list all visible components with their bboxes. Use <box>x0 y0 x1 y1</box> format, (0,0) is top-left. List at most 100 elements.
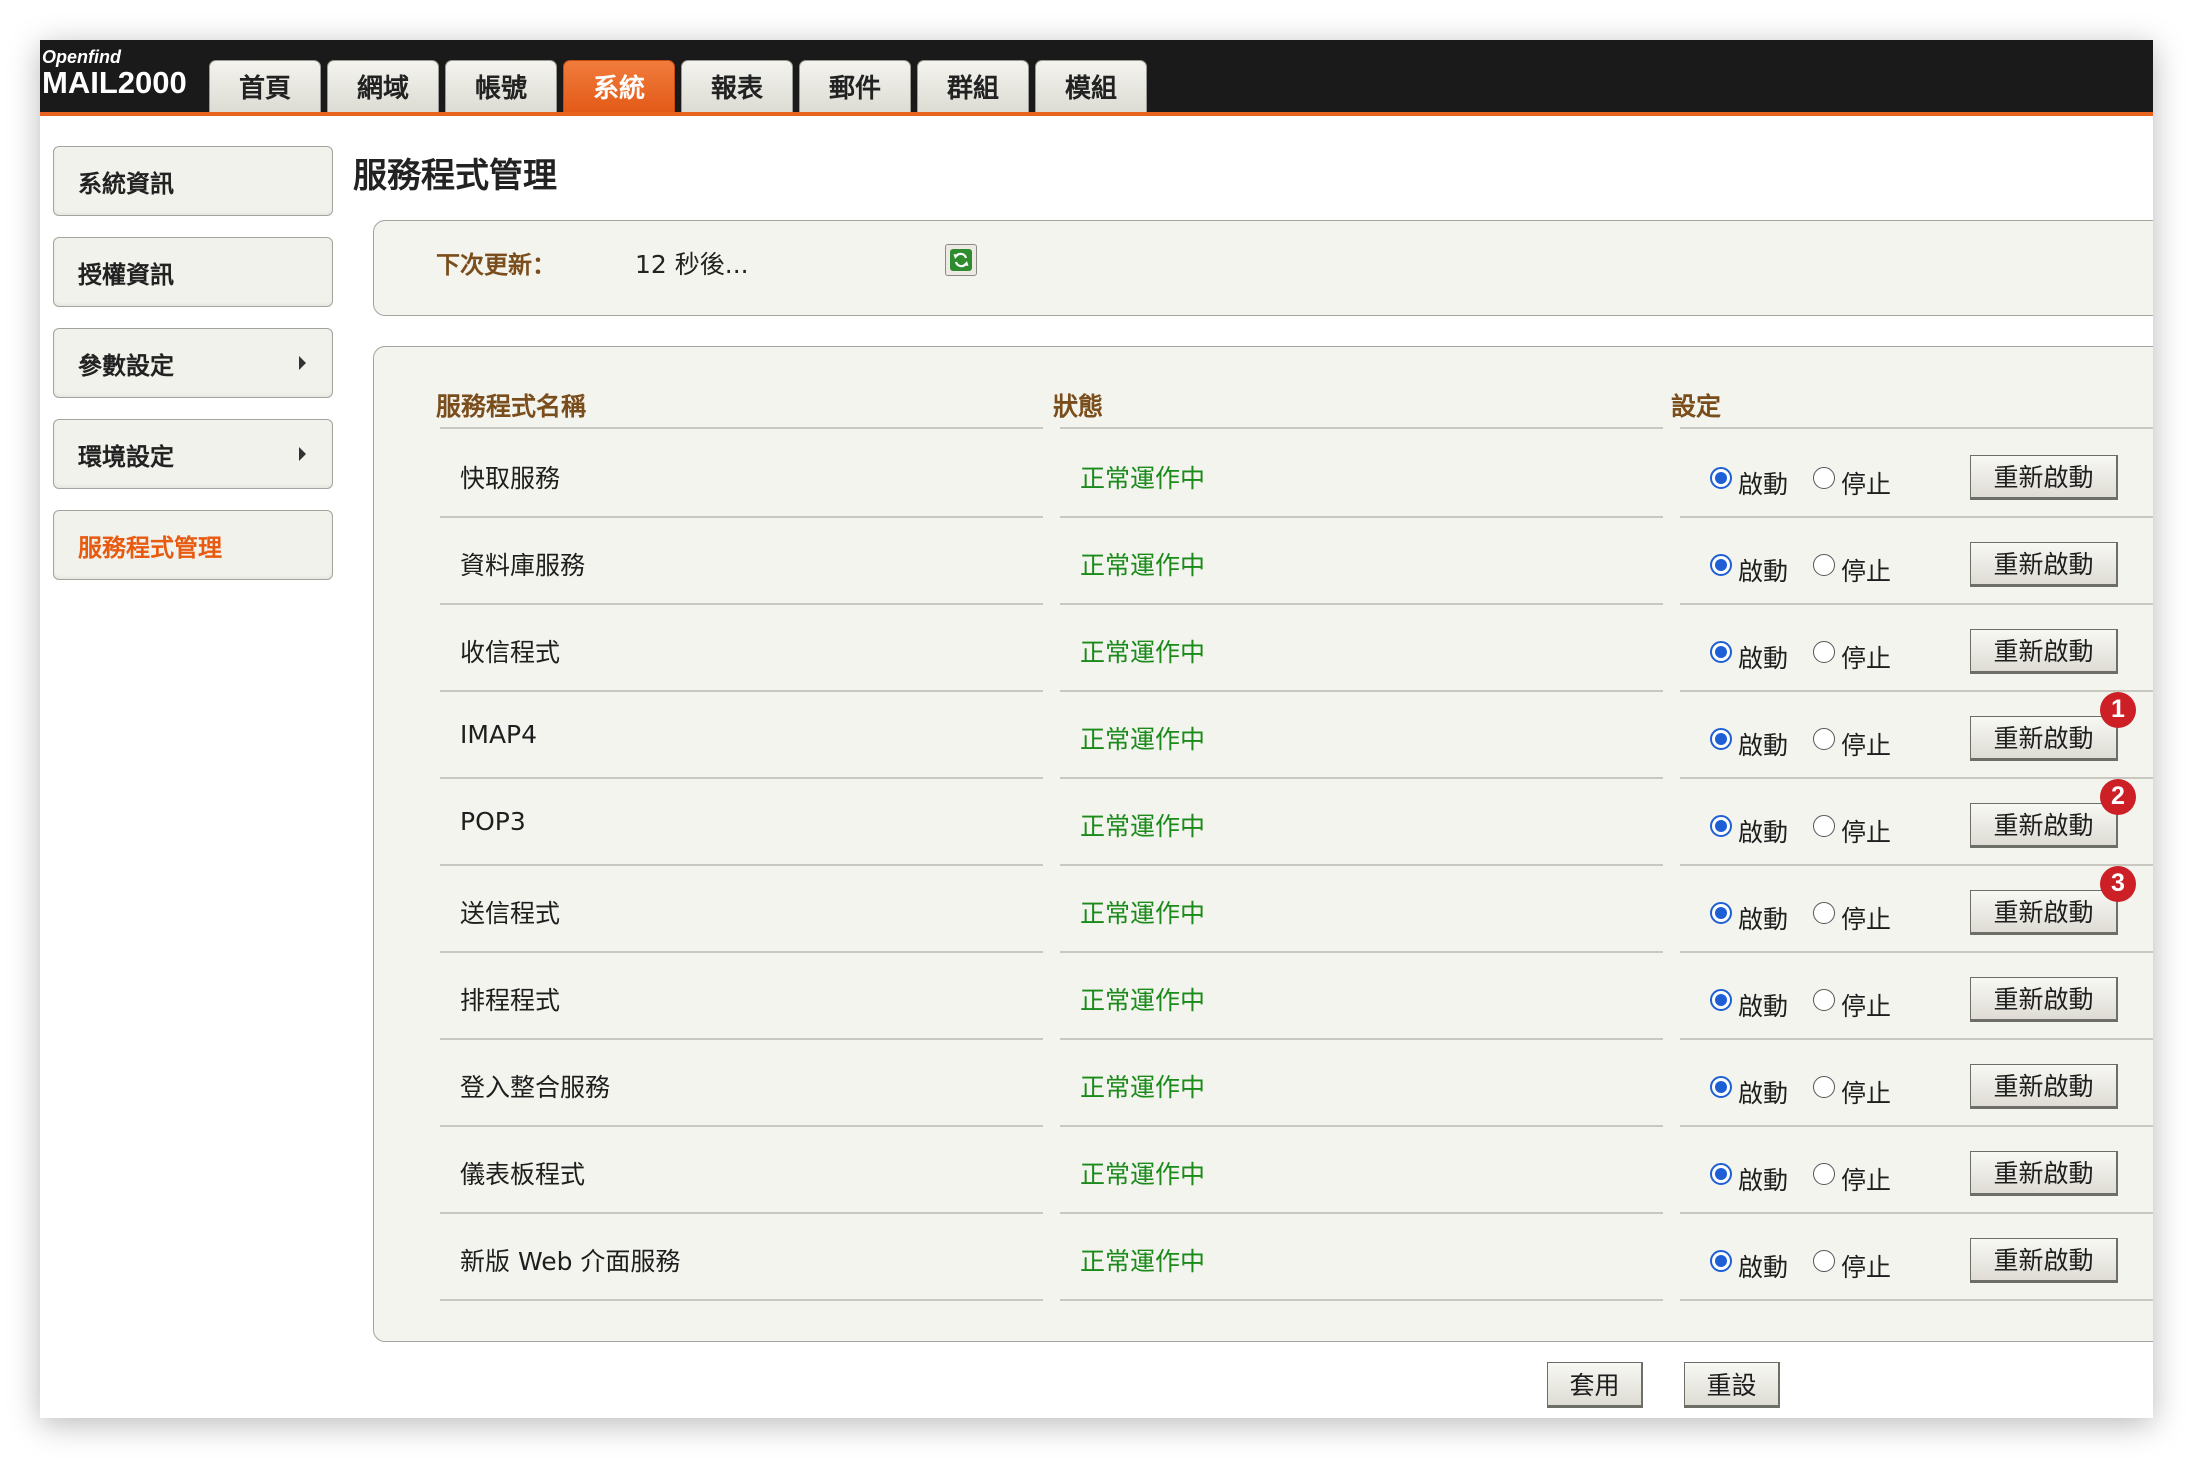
row-divider <box>1060 1299 1663 1301</box>
radio-start[interactable] <box>1710 988 1732 1011</box>
row-divider <box>1060 516 1663 518</box>
refresh-label: 下次更新： <box>436 251 556 279</box>
sidebar-item-3[interactable]: 環境設定 <box>53 419 333 489</box>
annotation-marker: 3 <box>2100 865 2136 902</box>
tab-7[interactable]: 模組 <box>1035 60 1147 112</box>
radio-start[interactable] <box>1710 1249 1732 1272</box>
logo-product: MAIL2000 <box>42 65 187 100</box>
radio-stop-label: 停止 <box>1841 1165 1892 1195</box>
radio-stop[interactable] <box>1813 727 1835 750</box>
sidebar-item-label: 服務程式管理 <box>78 533 222 562</box>
topbar-accent-line <box>40 112 2153 116</box>
radio-stop-label: 停止 <box>1841 643 1892 673</box>
service-status: 正常運作中 <box>1080 724 1206 754</box>
row-divider <box>1060 1038 1663 1040</box>
row-divider <box>440 951 1043 953</box>
radio-start-label: 啟動 <box>1738 817 1789 847</box>
row-divider <box>1060 777 1663 779</box>
row-divider <box>440 1038 1043 1040</box>
restart-button[interactable]: 重新啟動 <box>1970 454 2118 500</box>
tab-4[interactable]: 報表 <box>681 60 793 112</box>
restart-button[interactable]: 重新啟動 <box>1970 1150 2118 1196</box>
restart-button[interactable]: 重新啟動 <box>1970 889 2118 935</box>
radio-stop[interactable] <box>1813 1162 1835 1185</box>
radio-stop[interactable] <box>1813 988 1835 1011</box>
radio-stop[interactable] <box>1813 814 1835 837</box>
radio-start-label: 啟動 <box>1738 643 1789 673</box>
restart-button[interactable]: 重新啟動 <box>1970 802 2118 848</box>
row-divider <box>440 777 1043 779</box>
row-divider <box>440 864 1043 866</box>
row-divider <box>1060 690 1663 692</box>
service-name: 儀表板程式 <box>460 1159 586 1189</box>
tab-5[interactable]: 郵件 <box>799 60 911 112</box>
radio-start[interactable] <box>1710 466 1732 489</box>
top-navigation-bar: Openfind MAIL2000 首頁 網域 帳號 系統 報表 郵件 群組 模組 <box>40 40 2153 112</box>
restart-button[interactable]: 重新啟動 <box>1970 1237 2118 1283</box>
radio-start[interactable] <box>1710 727 1732 750</box>
row-divider <box>1680 516 2153 518</box>
radio-stop[interactable] <box>1813 466 1835 489</box>
radio-start-label: 啟動 <box>1738 730 1789 760</box>
row-divider <box>1680 603 2153 605</box>
tab-6[interactable]: 群組 <box>917 60 1029 112</box>
refresh-panel: 下次更新： 12 秒後... <box>373 220 2153 316</box>
service-name: 送信程式 <box>460 898 561 928</box>
service-name: 快取服務 <box>460 463 561 493</box>
refresh-button[interactable] <box>945 244 977 276</box>
radio-start-label: 啟動 <box>1738 904 1789 934</box>
tab-1[interactable]: 網域 <box>327 60 439 112</box>
radio-stop[interactable] <box>1813 640 1835 663</box>
service-name: 資料庫服務 <box>460 550 586 580</box>
restart-button[interactable]: 重新啟動 <box>1970 715 2118 761</box>
row-divider <box>1060 603 1663 605</box>
row-divider <box>1680 1299 2153 1301</box>
apply-button[interactable]: 套用 <box>1547 1362 1643 1408</box>
radio-stop[interactable] <box>1813 1249 1835 1272</box>
row-divider <box>1680 951 2153 953</box>
radio-start[interactable] <box>1710 553 1732 576</box>
radio-stop[interactable] <box>1813 553 1835 576</box>
sidebar-item-label: 授權資訊 <box>78 260 174 289</box>
radio-start[interactable] <box>1710 640 1732 663</box>
reset-button[interactable]: 重設 <box>1684 1362 1780 1408</box>
radio-start[interactable] <box>1710 814 1732 837</box>
radio-stop[interactable] <box>1813 1075 1835 1098</box>
radio-stop-label: 停止 <box>1841 469 1892 499</box>
restart-button[interactable]: 重新啟動 <box>1970 976 2118 1022</box>
tab-3[interactable]: 系統 <box>563 60 675 112</box>
service-status: 正常運作中 <box>1080 637 1206 667</box>
row-divider <box>1680 777 2153 779</box>
radio-start-label: 啟動 <box>1738 556 1789 586</box>
refresh-countdown: 12 秒後... <box>635 250 749 279</box>
service-name: IMAP4 <box>460 719 538 749</box>
row-divider <box>440 1125 1043 1127</box>
row-divider <box>440 516 1043 518</box>
radio-stop-label: 停止 <box>1841 817 1892 847</box>
restart-button[interactable]: 重新啟動 <box>1970 541 2118 587</box>
radio-start[interactable] <box>1710 1162 1732 1185</box>
radio-start[interactable] <box>1710 901 1732 924</box>
sidebar-item-0[interactable]: 系統資訊 <box>53 146 333 216</box>
tab-0[interactable]: 首頁 <box>209 60 321 112</box>
restart-button[interactable]: 重新啟動 <box>1970 1063 2118 1109</box>
service-status: 正常運作中 <box>1080 1159 1206 1189</box>
sidebar-item-label: 環境設定 <box>78 442 174 471</box>
radio-stop[interactable] <box>1813 901 1835 924</box>
sidebar-item-4[interactable]: 服務程式管理 <box>53 510 333 580</box>
radio-stop-label: 停止 <box>1841 556 1892 586</box>
service-name: 新版 Web 介面服務 <box>460 1246 681 1276</box>
row-divider <box>1060 864 1663 866</box>
row-divider <box>1680 690 2153 692</box>
row-divider <box>440 1212 1043 1214</box>
page-title: 服務程式管理 <box>353 156 557 196</box>
row-divider <box>1680 1212 2153 1214</box>
sidebar-item-2[interactable]: 參數設定 <box>53 328 333 398</box>
tab-2[interactable]: 帳號 <box>445 60 557 112</box>
service-name: POP3 <box>460 806 526 836</box>
sidebar-item-1[interactable]: 授權資訊 <box>53 237 333 307</box>
radio-start[interactable] <box>1710 1075 1732 1098</box>
restart-button[interactable]: 重新啟動 <box>1970 628 2118 674</box>
service-status: 正常運作中 <box>1080 811 1206 841</box>
service-status: 正常運作中 <box>1080 898 1206 928</box>
